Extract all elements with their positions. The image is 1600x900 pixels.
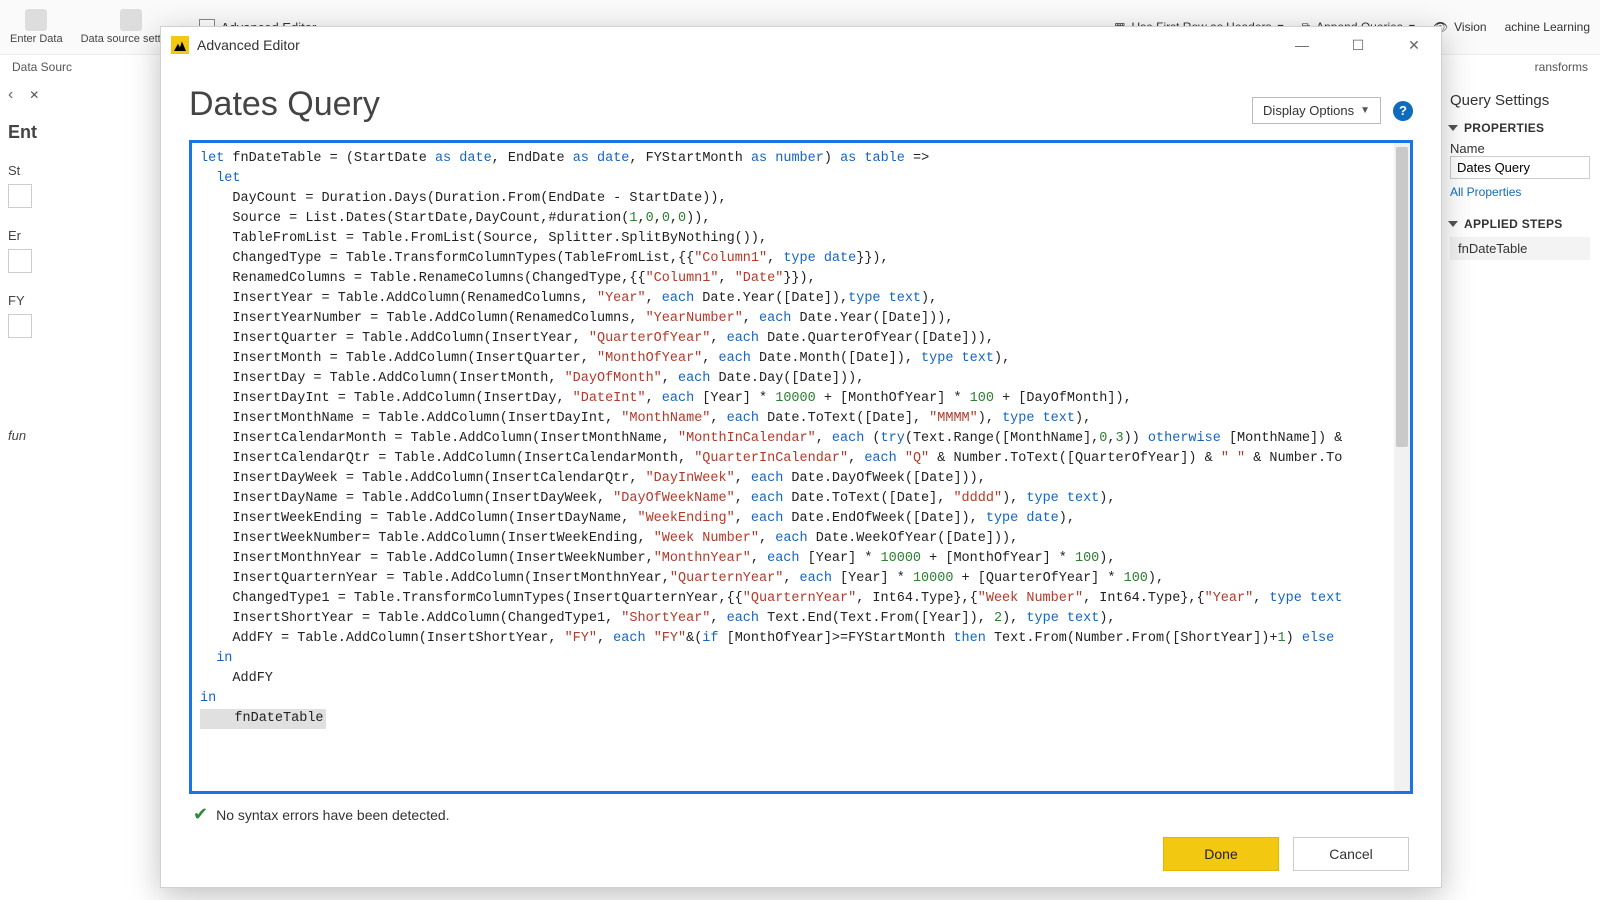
all-properties-link[interactable]: All Properties [1450, 185, 1590, 199]
param-input[interactable] [8, 249, 32, 273]
advanced-editor-dialog: Advanced Editor — ☐ ✕ Dates Query Displa… [160, 26, 1442, 888]
check-icon: ✔ [193, 804, 208, 825]
scrollbar-thumb[interactable] [1396, 147, 1408, 447]
param-label: FY [8, 293, 168, 308]
section-label: APPLIED STEPS [1464, 217, 1563, 231]
code-editor[interactable]: let fnDateTable = (StartDate as date, En… [189, 140, 1413, 794]
panel-title: Query Settings [1450, 92, 1590, 109]
nav-back-icon[interactable]: ‹ [8, 86, 13, 104]
vertical-scrollbar[interactable] [1394, 143, 1410, 791]
group-label: Data Sourc [12, 60, 72, 74]
query-name-input[interactable] [1450, 156, 1590, 179]
enter-data-icon [25, 9, 47, 31]
powerbi-logo-icon [171, 36, 189, 54]
parameters-panel: ‹ ✕ Ent St Er FY fun [0, 78, 176, 894]
ribbon-label: Enter Data [10, 33, 63, 45]
dialog-title: Advanced Editor [197, 37, 300, 53]
panel-heading: Ent [8, 122, 168, 143]
close-button[interactable]: ✕ [1397, 37, 1431, 54]
ribbon-machine-learning[interactable]: achine Learning [1505, 20, 1590, 34]
maximize-button[interactable]: ☐ [1341, 37, 1375, 54]
query-heading: Dates Query [189, 85, 380, 124]
ribbon-enter-data[interactable]: Enter Data [10, 9, 63, 45]
function-label: fun [8, 428, 168, 443]
query-settings-panel: Query Settings PROPERTIES Name All Prope… [1440, 78, 1600, 894]
param-label: Er [8, 228, 168, 243]
chevron-down-icon: ▼ [1360, 105, 1370, 116]
done-button[interactable]: Done [1163, 837, 1279, 871]
close-icon[interactable]: ✕ [25, 86, 43, 104]
applied-step[interactable]: fnDateTable [1450, 237, 1590, 260]
settings-icon [120, 9, 142, 31]
param-input[interactable] [8, 184, 32, 208]
collapse-icon [1448, 221, 1458, 227]
collapse-icon [1448, 125, 1458, 131]
code-content[interactable]: let fnDateTable = (StartDate as date, En… [200, 149, 1386, 729]
name-label: Name [1450, 141, 1590, 156]
param-input[interactable] [8, 314, 32, 338]
minimize-button[interactable]: — [1285, 37, 1319, 54]
help-button[interactable]: ? [1393, 101, 1413, 121]
dropdown-label: Display Options [1263, 103, 1354, 118]
applied-steps-header[interactable]: APPLIED STEPS [1450, 217, 1590, 231]
ribbon-label: achine Learning [1505, 20, 1590, 34]
param-label: St [8, 163, 168, 178]
group-label: ransforms [1535, 60, 1588, 74]
properties-header[interactable]: PROPERTIES [1450, 121, 1590, 135]
section-label: PROPERTIES [1464, 121, 1544, 135]
syntax-status: ✔ No syntax errors have been detected. [189, 794, 1413, 831]
status-text: No syntax errors have been detected. [216, 807, 449, 823]
dialog-titlebar: Advanced Editor — ☐ ✕ [161, 27, 1441, 63]
ribbon-label: Vision [1454, 20, 1486, 34]
display-options-dropdown[interactable]: Display Options ▼ [1252, 97, 1381, 124]
cancel-button[interactable]: Cancel [1293, 837, 1409, 871]
